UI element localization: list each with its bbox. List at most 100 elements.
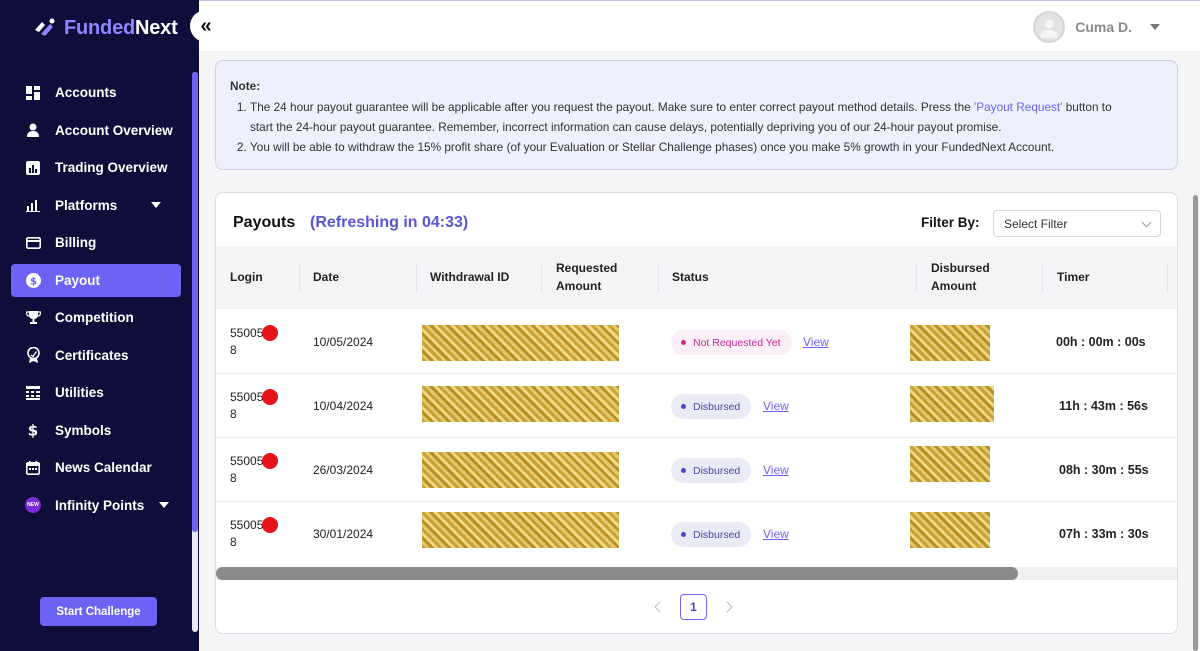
platform-icon (25, 197, 41, 213)
chart-icon (25, 160, 41, 176)
sidebar-item-infinity-points[interactable]: NEW Infinity Points (11, 489, 181, 522)
sidebar-item-label: Utilities (55, 385, 104, 400)
sidebar-item-label: Infinity Points (55, 497, 145, 513)
table-header: Login Date Withdrawal ID Requested Amount… (216, 246, 1177, 309)
sidebar-item-utilities[interactable]: Utilities (11, 376, 181, 409)
start-challenge-button[interactable]: Start Challenge (40, 597, 157, 626)
redacted-disbursed (910, 325, 990, 361)
dollar-circle-icon: $ (25, 272, 41, 288)
view-link[interactable]: View (803, 335, 829, 349)
sidebar-item-platforms[interactable]: Platforms (11, 189, 181, 222)
status-badge: Disbursed (671, 458, 752, 483)
note-item: You will be able to withdraw the 15% pro… (250, 137, 1163, 157)
brand-name: FundedNext (64, 16, 178, 39)
status-dot (681, 340, 686, 345)
certificate-icon (25, 347, 41, 363)
column-divider (299, 264, 300, 292)
status-badge: Not Requested Yet (671, 330, 792, 355)
table-row: 55005 8 10/05/2024 Not Requested Yet View… (216, 310, 1177, 374)
login-cell: 55005 8 (230, 326, 264, 357)
sidebar-item-accounts[interactable]: Accounts (11, 76, 181, 109)
sidebar-item-label: Platforms (55, 197, 118, 213)
user-menu[interactable]: Cuma D. (1033, 11, 1160, 43)
redacted-amounts (422, 325, 619, 361)
redaction-dot (262, 325, 278, 341)
redacted-amounts (422, 386, 619, 422)
redaction-dot (262, 517, 278, 533)
date-cell: 30/01/2024 (313, 527, 374, 541)
sidebar-item-billing[interactable]: Billing (11, 226, 181, 259)
filter-label: Filter By: (921, 215, 980, 230)
login-cell: 55005 8 (230, 390, 264, 421)
chevron-down-icon[interactable] (151, 201, 161, 208)
calculator-icon (25, 385, 41, 401)
timer-cell: 00h : 00m : 00s (1056, 335, 1146, 349)
previous-page-icon[interactable] (654, 601, 666, 613)
sidebar-item-certificates[interactable]: Certificates (11, 339, 181, 372)
chevron-down-icon[interactable] (1150, 24, 1160, 30)
top-bar: Cuma D. (199, 0, 1200, 51)
sidebar-item-label: Billing (55, 235, 97, 250)
sidebar-item-account-overview[interactable]: Account Overview (11, 114, 181, 147)
chevron-down-icon[interactable] (159, 501, 169, 508)
login-cell: 55005 8 (230, 454, 264, 485)
svg-text:$: $ (28, 422, 38, 438)
column-withdrawal-id: Withdrawal ID (430, 270, 510, 284)
next-page-icon[interactable] (721, 601, 733, 613)
note-item: The 24 hour payout guarantee will be app… (250, 97, 1163, 137)
svg-text:$: $ (30, 276, 37, 287)
user-name: Cuma D. (1075, 19, 1132, 35)
sidebar-item-payout[interactable]: $ Payout (11, 263, 181, 297)
column-disbursed-amount: Disbursed Amount (931, 261, 990, 293)
grid-icon (25, 85, 41, 101)
pagination: 1 (654, 594, 733, 620)
date-cell: 26/03/2024 (313, 463, 374, 477)
status-dot (681, 532, 686, 537)
sidebar-item-news-calendar[interactable]: News Calendar (11, 451, 181, 484)
card-icon (25, 235, 41, 251)
collapse-sidebar-button[interactable]: « (190, 10, 222, 42)
sidebar-item-label: Trading Overview (55, 160, 168, 175)
view-link[interactable]: View (763, 399, 789, 413)
status-dot (681, 468, 686, 473)
column-status: Status (672, 270, 709, 284)
table-row: 55005 8 10/04/2024 Disbursed View 11h : 4… (216, 374, 1177, 438)
redacted-disbursed (910, 446, 990, 482)
date-cell: 10/05/2024 (313, 335, 374, 349)
page-button[interactable]: 1 (680, 594, 707, 620)
filter-placeholder: Select Filter (1004, 217, 1068, 231)
sidebar-item-competition[interactable]: Competition (11, 301, 181, 334)
sidebar-item-label: News Calendar (55, 460, 152, 475)
double-chevron-left-icon: « (200, 14, 212, 37)
brand-logo[interactable]: FundedNext (32, 16, 178, 40)
sidebar-item-label: Payout (55, 272, 101, 288)
view-link[interactable]: View (763, 527, 789, 541)
calendar-icon (25, 460, 41, 476)
status-badge: Disbursed (671, 394, 752, 419)
trophy-icon (25, 310, 41, 326)
timer-cell: 08h : 30m : 55s (1059, 463, 1149, 477)
redacted-amounts (422, 452, 619, 488)
column-divider (1042, 264, 1043, 292)
sidebar-scrollbar[interactable] (192, 72, 198, 532)
timer-cell: 11h : 43m : 56s (1059, 399, 1148, 413)
new-badge: NEW (25, 497, 41, 513)
sidebar-item-trading-overview[interactable]: Trading Overview (11, 151, 181, 184)
date-cell: 10/04/2024 (313, 399, 374, 413)
table-scrollbar[interactable] (216, 567, 1018, 580)
view-link[interactable]: View (763, 463, 789, 477)
sidebar-nav: Accounts Account Overview Trading Overvi… (11, 76, 181, 526)
sidebar-item-symbols[interactable]: $ Symbols (11, 414, 181, 447)
column-requested-amount: Requested Amount (556, 261, 618, 293)
payouts-card: Payouts (Refreshing in 04:33) Filter By:… (215, 192, 1178, 634)
login-cell: 55005 8 (230, 518, 264, 549)
filter-select[interactable]: Select Filter (993, 210, 1161, 237)
timer-cell: 07h : 33m : 30s (1059, 527, 1149, 541)
status-badge: Disbursed (671, 522, 752, 547)
page-scrollbar[interactable] (1193, 195, 1198, 651)
payout-request-link[interactable]: 'Payout Request' (974, 100, 1062, 114)
sidebar-item-label: Symbols (55, 422, 112, 438)
avatar[interactable] (1033, 11, 1066, 43)
redacted-disbursed (910, 386, 994, 422)
column-date: Date (313, 270, 340, 284)
